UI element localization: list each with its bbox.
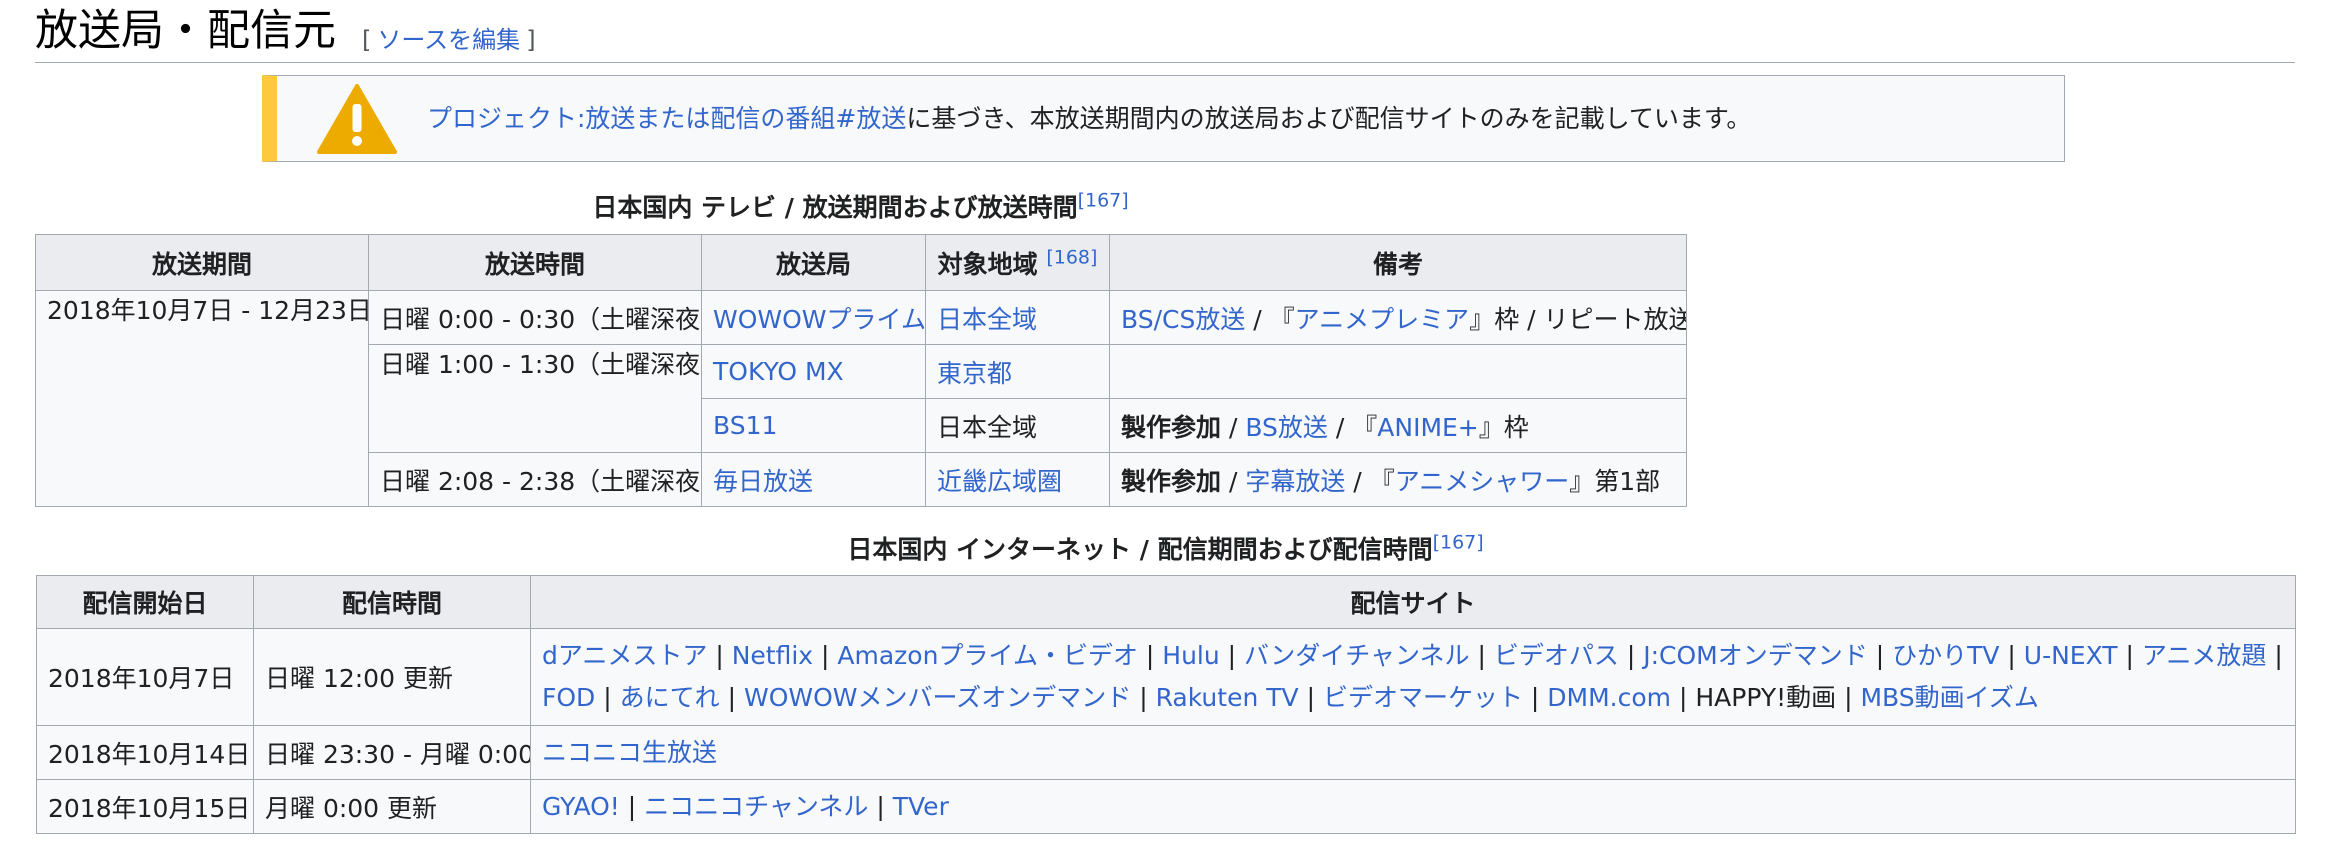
site-link[interactable]: WOWOWメンバーズオンデマンド: [744, 683, 1131, 712]
region-link[interactable]: 東京都: [937, 359, 1012, 388]
net-header-row: 配信開始日 配信時間 配信サイト: [36, 575, 2296, 629]
tv-schedule-table: 放送期間 放送時間 放送局 対象地域 [168] 備考 2018年10月7日 -…: [35, 234, 1687, 507]
net-sites-cell: dアニメストア | Netflix | Amazonプライム・ビデオ | Hul…: [530, 628, 2296, 726]
site-link[interactable]: TVer: [893, 792, 949, 821]
edit-source-link[interactable]: ソースを編集: [377, 26, 520, 54]
note-link[interactable]: BS放送: [1245, 413, 1328, 442]
tv-caption-ref[interactable]: [167]: [1078, 190, 1129, 212]
tv-station-cell: BS11: [701, 398, 926, 453]
table-row: 2018年10月7日 - 12月23日 日曜 0:00 - 0:30（土曜深夜）…: [35, 290, 1687, 507]
edit-bracket-open: [: [362, 25, 372, 54]
net-time-cell: 日曜 12:00 更新: [253, 628, 531, 726]
site-link[interactable]: Netflix: [732, 641, 813, 670]
net-date-cell: 2018年10月14日: [36, 725, 254, 780]
tv-caption-text: 日本国内 テレビ / 放送期間および放送時間: [592, 193, 1078, 222]
tv-region-cell: 東京都: [925, 344, 1110, 399]
site-link[interactable]: バンダイチャンネル: [1244, 641, 1470, 670]
site-link[interactable]: ビデオマーケット: [1323, 683, 1523, 712]
site-link[interactable]: アニメ放題: [2142, 641, 2267, 670]
net-table-caption: 日本国内 インターネット / 配信期間および配信時間[167]: [36, 530, 2295, 570]
tv-note-cell: 製作参加 / 字幕放送 / 『アニメシャワー』第1部: [1109, 452, 1687, 507]
section-heading: 放送局・配信元 [ソースを編集]: [35, 0, 2295, 63]
site-link[interactable]: GYAO!: [542, 792, 620, 821]
note-link[interactable]: BS/CS放送: [1121, 305, 1245, 334]
tv-header-period: 放送期間: [35, 234, 369, 291]
net-date-cell: 2018年10月7日: [36, 628, 254, 726]
station-link[interactable]: TOKYO MX: [713, 357, 844, 386]
tv-region-cell: 日本全域: [925, 398, 1110, 453]
tv-time-cell: 日曜 2:08 - 2:38（土曜深夜）: [368, 452, 702, 507]
site-link[interactable]: DMM.com: [1547, 683, 1671, 712]
tv-note-cell: 製作参加 / BS放送 / 『ANIME+』枠: [1109, 398, 1687, 453]
tv-region-cell: 近畿広域圏: [925, 452, 1110, 507]
tv-time-cell: 日曜 0:00 - 0:30（土曜深夜）: [368, 290, 702, 345]
site-link[interactable]: MBS動画イズム: [1860, 683, 2038, 712]
net-sites-cell: ニコニコ生放送: [530, 725, 2296, 780]
tv-region-ref[interactable]: [168]: [1046, 246, 1097, 268]
tv-station-cell: 毎日放送: [701, 452, 926, 507]
net-date-cell: 2018年10月15日: [36, 779, 254, 834]
site-text: HAPPY!動画: [1695, 683, 1837, 712]
site-link[interactable]: Hulu: [1162, 641, 1219, 670]
tv-region-cell: 日本全域: [925, 290, 1110, 345]
tv-header-time: 放送時間: [368, 234, 702, 291]
warning-icon: [317, 83, 397, 154]
edit-section: [ソースを編集]: [362, 20, 536, 55]
note-link[interactable]: アニメシャワー: [1395, 467, 1570, 496]
site-link[interactable]: あにてれ: [620, 683, 720, 712]
net-time-cell: 月曜 0:00 更新: [253, 779, 531, 834]
tv-header-row: 放送期間 放送時間 放送局 対象地域 [168] 備考: [35, 234, 1687, 291]
table-row: 2018年10月15日 月曜 0:00 更新 GYAO! | ニコニコチャンネル…: [36, 779, 2296, 834]
notice-project-link[interactable]: プロジェクト:放送または配信の番組#放送: [427, 104, 906, 133]
net-header-time: 配信時間: [253, 575, 531, 629]
net-caption-text: 日本国内 インターネット / 配信期間および配信時間: [847, 535, 1433, 564]
note-link[interactable]: アニメプレミア: [1295, 305, 1470, 334]
net-distribution-table: 配信開始日 配信時間 配信サイト 2018年10月7日 日曜 12:00 更新 …: [36, 575, 2296, 834]
station-link[interactable]: WOWOWプライム: [713, 305, 925, 334]
table-row: 2018年10月14日 日曜 23:30 - 月曜 0:00 ニコニコ生放送: [36, 725, 2296, 780]
net-header-date: 配信開始日: [36, 575, 254, 629]
net-header-sites: 配信サイト: [530, 575, 2296, 629]
site-link[interactable]: ニコニコチャンネル: [644, 792, 868, 821]
note-link[interactable]: 字幕放送: [1245, 467, 1345, 496]
section-title: 放送局・配信元: [35, 6, 336, 56]
net-caption-ref[interactable]: [167]: [1433, 532, 1484, 554]
tv-station-cell: WOWOWプライム: [701, 290, 926, 345]
site-link[interactable]: ニコニコ生放送: [542, 738, 717, 767]
notice-body: に基づき、本放送期間内の放送局および配信サイトのみを記載しています。: [906, 103, 1752, 133]
station-link[interactable]: 毎日放送: [713, 467, 813, 496]
region-link[interactable]: 近畿広域圏: [937, 467, 1062, 496]
table-row: 2018年10月7日 日曜 12:00 更新 dアニメストア | Netflix…: [36, 628, 2296, 726]
site-link[interactable]: Amazonプライム・ビデオ: [837, 641, 1138, 670]
tv-header-notes: 備考: [1109, 234, 1687, 291]
site-link[interactable]: ひかりTV: [1892, 641, 1999, 670]
tv-note-cell: BS/CS放送 / 『アニメプレミア』枠 / リピート放送あり: [1109, 290, 1687, 345]
site-link[interactable]: Rakuten TV: [1156, 683, 1299, 712]
note-link[interactable]: ANIME+: [1377, 413, 1479, 442]
tv-station-cell: TOKYO MX: [701, 344, 926, 399]
station-link[interactable]: BS11: [713, 411, 777, 440]
tv-header-station: 放送局: [701, 234, 926, 291]
site-link[interactable]: FOD: [542, 683, 595, 712]
edit-bracket-close: ]: [526, 25, 536, 54]
region-link[interactable]: 日本全域: [937, 305, 1037, 334]
tv-table-caption: 日本国内 テレビ / 放送期間および放送時間[167]: [35, 188, 1686, 228]
net-time-cell: 日曜 23:30 - 月曜 0:00: [253, 725, 531, 780]
note-bold: 製作参加: [1121, 412, 1222, 442]
site-link[interactable]: U-NEXT: [2024, 641, 2118, 670]
notice-box: プロジェクト:放送または配信の番組#放送に基づき、本放送期間内の放送局および配信…: [262, 75, 2065, 162]
site-link[interactable]: J:COMオンデマンド: [1643, 641, 1868, 670]
site-link[interactable]: dアニメストア: [542, 641, 707, 670]
tv-time-cell: 日曜 1:00 - 1:30（土曜深夜）: [368, 344, 702, 453]
tv-header-region: 対象地域 [168]: [925, 234, 1110, 291]
tv-period-cell: 2018年10月7日 - 12月23日: [35, 290, 369, 507]
net-sites-cell: GYAO! | ニコニコチャンネル | TVer: [530, 779, 2296, 834]
site-link[interactable]: ビデオパス: [1494, 641, 1619, 670]
notice-text: プロジェクト:放送または配信の番組#放送に基づき、本放送期間内の放送局および配信…: [427, 101, 1751, 137]
tv-note-cell: [1109, 344, 1687, 399]
note-bold: 製作参加: [1121, 466, 1222, 496]
